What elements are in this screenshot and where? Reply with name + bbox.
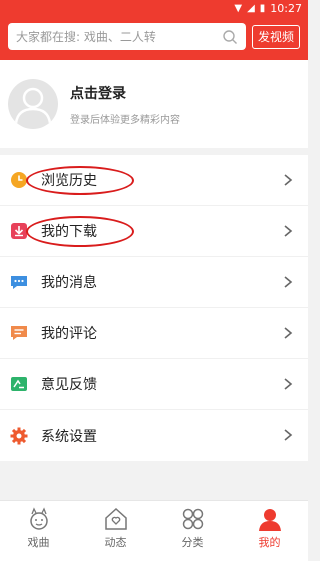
user-icon — [258, 509, 281, 531]
download-icon — [10, 222, 28, 240]
home-icon — [104, 507, 127, 530]
search-input[interactable]: 大家都在搜: 戏曲、二人转 — [8, 23, 246, 50]
status-bar: ▼ ◢ ▮ 10:27 — [0, 0, 308, 17]
user-avatar-icon — [14, 87, 52, 124]
message-icon — [10, 273, 28, 291]
menu-item-messages[interactable]: 我的消息 — [0, 257, 308, 308]
menu-item-label: 意见反馈 — [41, 377, 97, 393]
chevron-right-icon — [284, 327, 293, 339]
opera-icon — [29, 507, 48, 530]
category-icon — [182, 508, 203, 530]
login-panel[interactable]: 点击登录 登录后体验更多精彩内容 — [0, 60, 308, 148]
battery-icon: ▮ — [259, 2, 266, 14]
wifi-icon: ▼ — [234, 2, 243, 14]
tab-label: 分类 — [181, 536, 204, 549]
post-video-button[interactable]: 发视频 — [252, 24, 300, 49]
menu-item-history[interactable]: 浏览历史 — [0, 155, 308, 206]
menu-item-label: 浏览历史 — [41, 173, 97, 189]
menu-item-downloads[interactable]: 我的下载 — [0, 206, 308, 257]
comment-icon — [10, 324, 28, 342]
search-placeholder: 大家都在搜: 戏曲、二人转 — [16, 30, 156, 44]
menu-item-comments[interactable]: 我的评论 — [0, 308, 308, 359]
tab-category[interactable]: 分类 — [154, 501, 231, 561]
menu-item-label: 系统设置 — [41, 428, 97, 445]
login-title[interactable]: 点击登录 — [70, 83, 180, 103]
avatar[interactable] — [8, 79, 58, 129]
menu-item-label: 我的下载 — [41, 224, 97, 240]
chevron-right-icon — [284, 174, 293, 186]
status-time: 10:27 — [270, 2, 302, 15]
tab-label: 我的 — [258, 536, 281, 549]
menu-item-feedback[interactable]: 意见反馈 — [0, 359, 308, 410]
gear-icon — [10, 427, 28, 445]
login-subtitle: 登录后体验更多精彩内容 — [70, 114, 180, 126]
search-icon[interactable] — [222, 29, 238, 45]
clock-icon — [10, 171, 28, 189]
menu-item-label: 我的消息 — [41, 275, 97, 291]
tab-me[interactable]: 我的 — [231, 501, 308, 561]
chevron-right-icon — [284, 276, 293, 288]
tab-label: 动态 — [104, 536, 127, 549]
tab-label: 戏曲 — [27, 536, 50, 549]
chevron-right-icon — [284, 225, 293, 237]
tab-feed[interactable]: 动态 — [77, 501, 154, 561]
app-header: ▼ ◢ ▮ 10:27 大家都在搜: 戏曲、二人转 发视频 — [0, 0, 308, 60]
menu-item-label: 我的评论 — [41, 326, 97, 342]
chevron-right-icon — [284, 429, 293, 441]
feedback-icon — [10, 375, 28, 393]
chevron-right-icon — [284, 378, 293, 390]
settings-menu: 浏览历史 我的下载 我的消息 我的评论 意见反馈 系统设置 — [0, 155, 308, 461]
tab-opera[interactable]: 戏曲 — [0, 501, 77, 561]
menu-item-settings[interactable]: 系统设置 — [0, 410, 308, 461]
signal-icon: ◢ — [247, 2, 255, 14]
bottom-tab-bar: 戏曲 动态 分类 我的 — [0, 500, 308, 561]
